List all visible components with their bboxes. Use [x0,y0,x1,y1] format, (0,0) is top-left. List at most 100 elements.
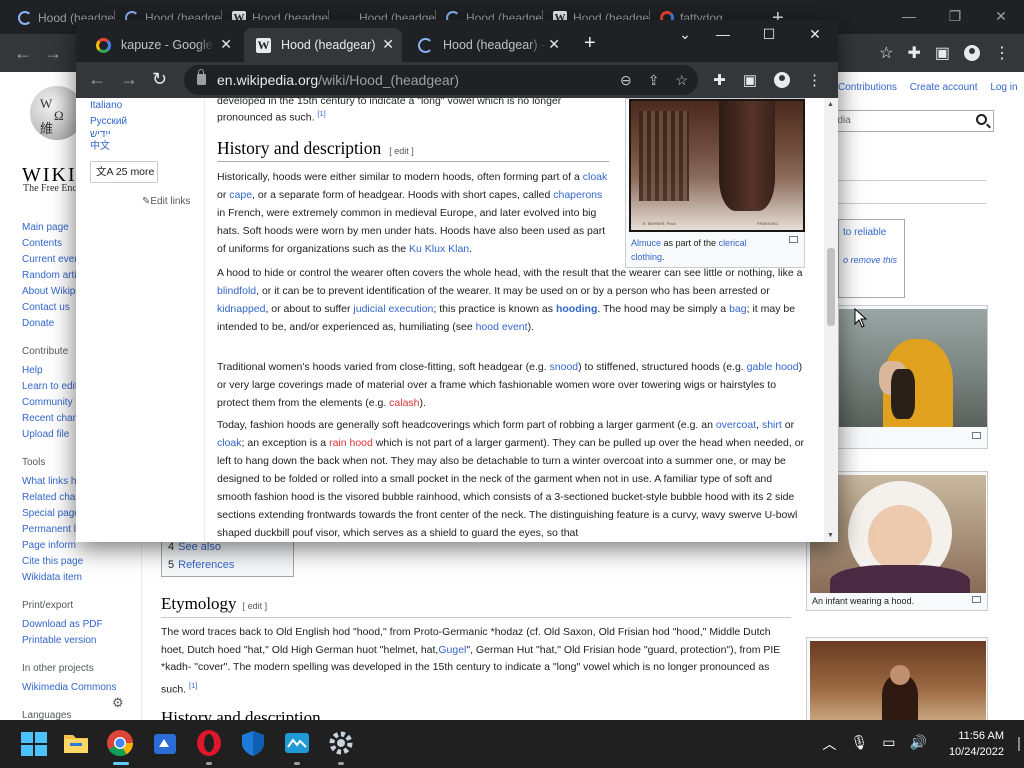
sidebar-item[interactable]: Community portal [22,395,76,411]
sidebar-item[interactable]: Related changes [22,490,76,506]
toc-item[interactable]: 5 References [168,556,287,574]
tab-search-icon[interactable]: ⌄ [670,20,700,50]
close-tab-icon[interactable]: ✕ [548,36,560,53]
rain-hood-link[interactable]: rain hood [329,437,373,449]
hooding-link[interactable]: hooding [556,303,597,315]
extensions-icon[interactable]: ✚ [907,43,920,63]
sidebar-item[interactable]: Special pages [22,506,76,522]
magnify-icon[interactable] [789,236,798,243]
scroll-down-icon[interactable]: ▼ [827,532,834,539]
reference[interactable]: [1] [317,109,325,118]
settings-gear-icon[interactable] [327,729,357,759]
share-icon[interactable]: ⇪ [648,65,660,95]
menu-icon[interactable]: ⋮ [994,43,1010,63]
language-link[interactable]: ייִדיש [90,129,210,139]
hood-event-link[interactable]: hood event [476,321,528,333]
snood-link[interactable]: snood [550,361,579,373]
maximize-icon[interactable]: ☐ [746,20,792,50]
star-icon[interactable]: ☆ [879,43,893,63]
blindfold-link[interactable]: blindfold [217,285,256,297]
kidnapped-link[interactable]: kidnapped [217,303,265,315]
calash-link[interactable]: calash [389,397,419,409]
contributions-link[interactable]: Contributions [838,82,897,93]
scrollbar-thumb[interactable] [827,248,835,326]
sidebar-item[interactable]: Current events [22,252,76,268]
volume-icon[interactable]: 🔊 [910,734,927,754]
profile-icon[interactable] [774,72,790,88]
close-tab-icon[interactable]: ✕ [220,36,232,53]
sidebar-item[interactable]: Random article [22,268,76,284]
address-bar[interactable]: en.wikipedia.org/wiki/Hood_(headgear) ⊖ … [184,65,698,95]
menu-icon[interactable]: ⋮ [807,71,822,89]
cape-link[interactable]: cape [229,189,252,201]
clock[interactable]: 11:56 AM 10/24/2022 [949,728,1004,760]
file-explorer-icon[interactable] [62,729,92,759]
scroll-up-icon[interactable]: ▲ [827,101,834,108]
page-scrollbar[interactable]: ▲ ▼ [824,98,838,542]
show-desktop-button[interactable] [1018,737,1020,751]
tab-hood-headgear-loading[interactable]: Hood (headgear) - Wikipedia ✕ [406,28,568,62]
start-icon[interactable] [18,729,48,759]
bag-link[interactable]: bag [729,303,747,315]
sidepanel-icon[interactable]: ▣ [743,71,757,89]
sidebar-item[interactable]: Wikidata item [22,570,142,586]
weather-app-icon[interactable] [283,729,313,759]
chrome-icon[interactable] [106,729,136,759]
sidebar-item[interactable]: Learn to edit [22,379,76,395]
language-link[interactable]: Italiano [90,98,210,114]
overcoat-link[interactable]: overcoat [716,419,756,431]
gugel-link[interactable]: Gugel [438,644,466,656]
sidebar-item[interactable]: Page information [22,538,76,554]
restore-icon[interactable]: ❐ [932,0,978,34]
back-icon[interactable]: ← [14,43,32,64]
sidebar-item[interactable]: About Wikipedia [22,284,76,300]
judicial-execution-link[interactable]: judicial execution [353,303,433,315]
sidebar-item[interactable]: Permanent link [22,522,76,538]
gear-icon[interactable]: ⚙ [112,695,124,711]
back-icon[interactable]: ← [88,69,106,90]
edit-link[interactable]: [ edit ] [389,146,414,156]
sidebar-item[interactable]: Printable version [22,633,142,649]
search-input[interactable]: Search Wikipedia [773,110,994,132]
sidebar-item[interactable]: Download as PDF [22,617,142,633]
tab-hood-headgear-active[interactable]: W Hood (headgear) ✕ [244,28,402,62]
cloak-link[interactable]: cloak [217,437,242,449]
minimize-icon[interactable]: — [886,0,932,34]
minimize-icon[interactable]: — [700,20,746,50]
almuce-link[interactable]: Almuce [631,238,661,248]
notice-remove-link[interactable]: o remove this [843,240,904,280]
create-account-link[interactable]: Create account [910,82,978,93]
chaperons-link[interactable]: chaperons [553,189,602,201]
language-link[interactable]: 中文 [90,139,210,155]
magnify-icon[interactable] [972,432,981,439]
cloak-link[interactable]: cloak [583,171,608,183]
magnify-icon[interactable] [972,596,981,603]
reload-icon[interactable]: ↻ [152,69,167,90]
microphone-icon[interactable]: 🎙 [850,734,868,754]
forward-icon[interactable]: → [44,43,62,64]
tab-google-search[interactable]: kapuze - Google Search ✕ [84,28,240,62]
chevron-up-icon[interactable]: ︿ [822,734,836,754]
edit-links[interactable]: ✎Edit links [142,196,190,207]
network-icon[interactable]: ▭ [882,734,895,754]
sidebar-item[interactable]: Recent changes [22,411,76,427]
security-shield-icon[interactable] [239,729,269,759]
sepia-photo-image[interactable] [810,641,986,720]
edit-link[interactable]: [ edit ] [243,601,268,611]
language-link[interactable]: Русский [90,114,210,130]
close-icon[interactable]: ✕ [978,0,1024,34]
search-icon[interactable] [976,114,987,125]
sidepanel-icon[interactable]: ▣ [935,43,950,63]
close-tab-icon[interactable]: ✕ [382,36,394,53]
profile-icon[interactable] [964,45,980,61]
notice-link[interactable]: to reliable [843,226,904,240]
extensions-icon[interactable]: ✚ [713,71,726,89]
more-languages-button[interactable]: 文A 25 more [90,160,158,183]
sidebar-item[interactable]: Wikimedia Commons [22,680,142,696]
close-icon[interactable]: ✕ [792,20,838,50]
reference[interactable]: [1] [189,681,197,690]
forward-icon[interactable]: → [120,69,138,90]
opera-icon[interactable] [195,729,225,759]
gable-hood-link[interactable]: gable hood [747,361,799,373]
login-link[interactable]: Log in [990,82,1017,93]
